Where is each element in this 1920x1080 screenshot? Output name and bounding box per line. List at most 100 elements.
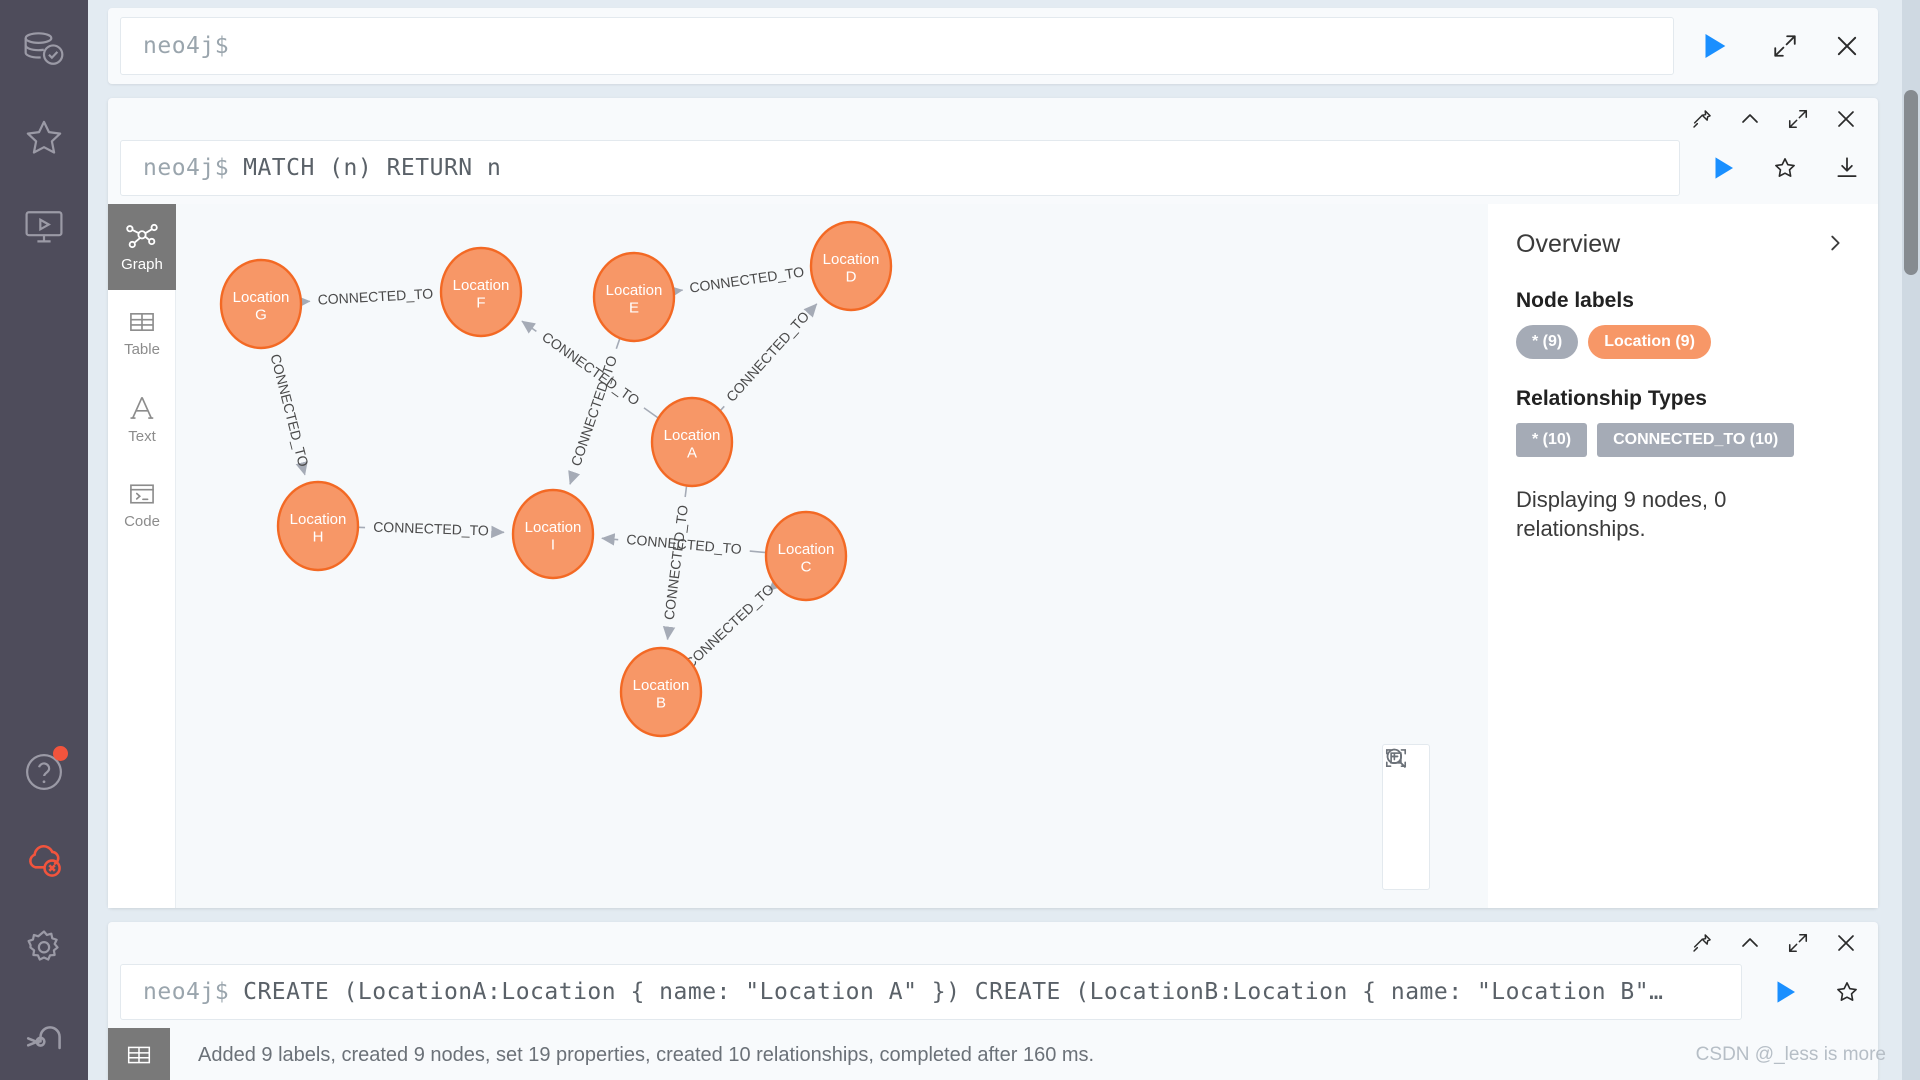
graph-node-C[interactable]: Location C [764,510,848,602]
edge-line [643,407,659,419]
plug-icon[interactable] [0,992,88,1080]
star-icon[interactable] [0,94,88,182]
close-icon[interactable] [1816,8,1878,84]
edge-label: CONNECTED_TO [688,263,805,295]
top-command-bar: neo4j$ [108,8,1878,84]
node-label-chip-list: * (9) Location (9) [1516,325,1850,359]
graph-visualization: CONNECTED_TOCONNECTED_TOCONNECTED_TO CONN… [219,220,893,738]
cloud-disconnected-icon[interactable] [0,816,88,904]
overview-panel: Overview Node labels * (9) Location (9) R… [1488,204,1878,908]
page-scrollbar-track[interactable] [1902,0,1920,1080]
overview-title: Overview [1516,230,1621,258]
edge-label: CONNECTED_TO [661,504,691,621]
close-icon[interactable] [1822,922,1870,964]
tab-graph-label: Graph [121,256,163,273]
history-query-editor[interactable]: neo4j$ CREATE (LocationA:Location { name… [120,964,1742,1020]
result-frame-titlebar [108,98,1878,140]
pin-icon[interactable] [1678,922,1726,964]
gear-icon[interactable] [0,904,88,992]
edge-label: CONNECTED_TO [317,285,433,307]
graph-node-G[interactable]: Location G [219,258,303,350]
graph-canvas[interactable]: CONNECTED_TO CONNECTED_TO CONNECTED_TO CONN… [176,204,1488,908]
graph-edge[interactable]: CONNECTED_TO [681,577,783,673]
relationship-type-chip-0[interactable]: * (10) [1516,423,1588,457]
save-favorite-star-icon[interactable] [1816,964,1878,1020]
command-prompt: neo4j$ [143,33,230,59]
graph-edge[interactable]: CONNECTED_TO [357,519,505,539]
expand-icon[interactable] [1774,922,1822,964]
graph-edge[interactable]: CONNECTED_TO [661,485,691,641]
play-monitor-icon[interactable] [0,182,88,270]
edge-label: CONNECTED_TO [267,352,311,468]
download-icon[interactable] [1816,140,1878,196]
editor-query-text: MATCH (n) RETURN n [243,155,502,181]
graph-node-B[interactable]: Location B [619,646,703,738]
edge-line-arrow [662,626,676,641]
page-scrollbar-thumb[interactable] [1904,90,1918,275]
history-query-text: CREATE (LocationA:Location { name: "Loca… [243,979,1664,1005]
graph-edge[interactable]: CONNECTED_TO [669,263,813,299]
edge-line-arrow [601,533,619,546]
pin-icon[interactable] [1678,98,1726,140]
edge-line-arrow [568,470,581,485]
neo4j-browser-window: neo4j$ neo4j$ MATCH (n) RETURN n Graph T… [0,0,1920,1080]
run-command-button[interactable] [1674,29,1754,63]
relationship-type-chip-1[interactable]: CONNECTED_TO (10) [1597,423,1795,457]
overview-summary: Displaying 9 nodes, 0 relationships. [1516,487,1727,542]
database-check-icon[interactable] [0,6,88,94]
run-query-button[interactable] [1692,140,1754,196]
graph-node-E[interactable]: Location E [592,251,676,343]
tab-table[interactable]: Table [108,290,176,376]
edge-line [749,550,767,554]
collapse-up-icon[interactable] [1726,98,1774,140]
relationship-type-chip-list: * (10) CONNECTED_TO (10) [1516,423,1850,457]
help-icon[interactable] [0,728,88,816]
main-area: neo4j$ neo4j$ MATCH (n) RETURN n Graph T… [88,0,1920,1080]
graph-edge[interactable]: CONNECTED_TO [719,303,818,412]
tab-code[interactable]: Code [108,462,176,548]
tab-code-label: Code [124,513,160,530]
zoom-out-icon[interactable] [1383,748,1429,841]
command-input[interactable]: neo4j$ [120,17,1674,75]
graph-node-F[interactable]: Location F [439,246,523,338]
graph-edge[interactable]: CONNECTED_TO [296,285,442,309]
result-query-editor[interactable]: neo4j$ MATCH (n) RETURN n [120,140,1680,196]
result-frame-body: Graph Table Text Code CONNECTED_TO CONNE… [108,204,1878,908]
edge-line [615,337,621,350]
watermark: CSDN @_less is more [1695,1044,1886,1065]
tab-text[interactable]: Text [108,376,176,462]
run-query-button[interactable] [1754,964,1816,1020]
zoom-controls [1382,744,1430,890]
node-label-chip-0[interactable]: * (9) [1516,325,1579,359]
tab-graph[interactable]: Graph [108,204,176,290]
tab-table-label: Table [124,341,160,358]
edge-label: CONNECTED_TO [723,308,812,405]
expand-icon[interactable] [1774,98,1822,140]
tab-text-label: Text [128,428,156,445]
graph-node-I[interactable]: Location I [511,488,595,580]
graph-node-A[interactable]: Location A [650,396,734,488]
save-favorite-star-icon[interactable] [1754,140,1816,196]
fit-to-screen-icon[interactable] [1383,749,1429,889]
expand-icon[interactable] [1754,8,1816,84]
result-frame: neo4j$ MATCH (n) RETURN n Graph Table Te… [108,98,1878,908]
help-notification-badge [53,746,68,761]
node-labels-heading: Node labels [1516,289,1634,312]
edge-line [684,485,688,498]
edge-label: CONNECTED_TO [682,581,777,672]
history-frame: neo4j$ CREATE (LocationA:Location { name… [108,922,1878,1080]
status-message: Added 9 labels, created 9 nodes, set 19 … [198,1043,1095,1066]
collapse-up-icon[interactable] [1726,922,1774,964]
graph-node-H[interactable]: Location H [276,480,360,572]
table-icon[interactable] [108,1028,170,1080]
node-label-chip-1[interactable]: Location (9) [1588,325,1711,359]
editor-prompt: neo4j$ [143,155,230,181]
left-nav-rail [0,0,88,1080]
graph-edge[interactable]: CONNECTED_TO [267,346,312,476]
view-mode-tabs: Graph Table Text Code [108,204,176,908]
chevron-right-icon[interactable] [1820,230,1850,261]
close-icon[interactable] [1822,98,1870,140]
graph-node-D[interactable]: Location D [809,220,893,312]
relationship-types-heading: Relationship Types [1516,387,1707,410]
status-bar: Added 9 labels, created 9 nodes, set 19 … [108,1028,1878,1080]
